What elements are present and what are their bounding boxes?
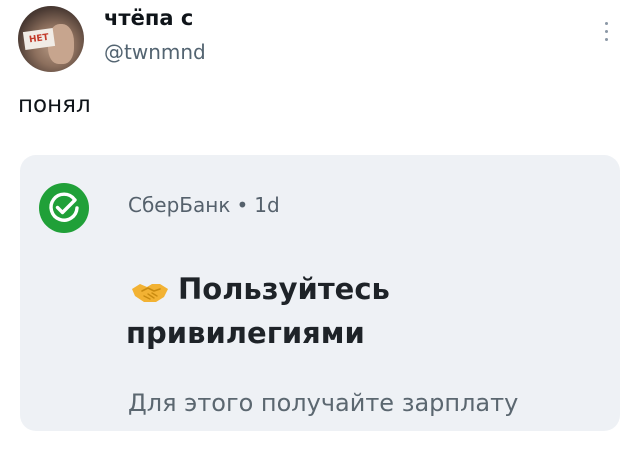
ad-body-text: Для этого получайте зарплату <box>128 389 519 417</box>
avatar[interactable]: НЕТ <box>18 6 84 72</box>
vertical-ellipsis-icon[interactable] <box>600 22 612 50</box>
user-handle[interactable]: @twnmnd <box>104 40 206 64</box>
display-name[interactable]: чтёпа с <box>104 6 193 30</box>
separator: • <box>236 193 249 217</box>
ad-card[interactable]: СберБанк • 1d Пользуйтесь привилегиями Для… <box>20 155 620 431</box>
tweet-text: понял <box>18 92 91 118</box>
ad-age: 1d <box>254 193 280 217</box>
advertiser-name[interactable]: СберБанк <box>128 193 230 217</box>
sber-logo-icon <box>39 183 89 233</box>
ad-headline: Пользуйтесь привилегиями <box>126 272 390 350</box>
ad-source-line: СберБанк • 1d <box>128 193 280 217</box>
